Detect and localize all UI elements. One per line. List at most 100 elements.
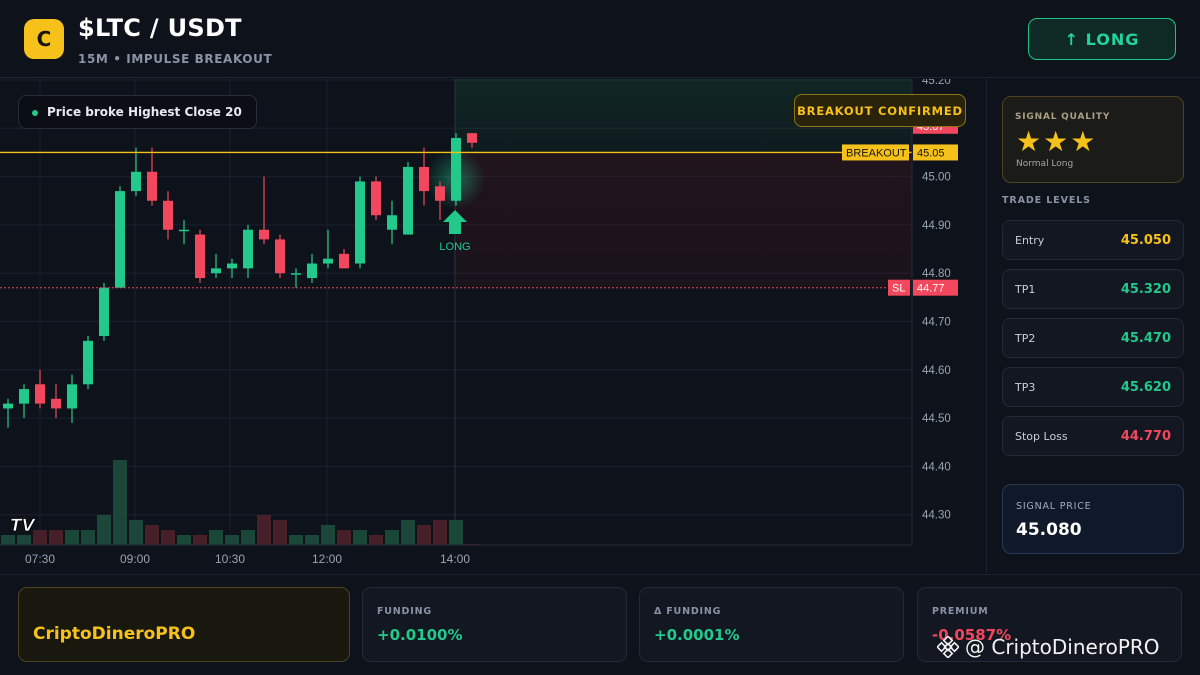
candle-body [51, 398, 61, 409]
tradingview-logo-icon: TV [10, 516, 37, 537]
price-tick-label: 45.00 [922, 172, 951, 184]
candle-body [291, 273, 301, 275]
funding-card: FUNDING +0.0100% [362, 587, 627, 662]
trade-levels-title: TRADE LEVELS [1002, 195, 1091, 206]
signal-quality-label: SIGNAL QUALITY [1015, 112, 1111, 122]
stat-label: PREMIUM [932, 606, 989, 617]
level-value: 45.320 [1120, 282, 1171, 297]
candle-body [259, 229, 269, 240]
breakout-price-tag: 45.05 [917, 147, 945, 159]
level-row-entry[interactable]: Entry 45.050 [1002, 220, 1184, 260]
page-title: $LTC / USDT [78, 14, 242, 42]
watermark-text: @ CriptoDineroPRO [965, 635, 1160, 659]
candle-body [211, 268, 221, 274]
stat-label: FUNDING [377, 606, 432, 617]
brand-name: CriptoDineroPRO [33, 624, 196, 644]
long-marker-label: LONG [439, 241, 470, 253]
coin-logo-icon: C [24, 19, 64, 59]
volume-bar [225, 535, 239, 545]
level-value: 44.770 [1120, 429, 1171, 444]
volume-bar [337, 530, 351, 545]
level-name: TP1 [1015, 283, 1036, 296]
volume-bar [1, 535, 15, 545]
level-name: Entry [1015, 234, 1045, 247]
candle-body [131, 171, 141, 192]
level-value: 45.470 [1120, 331, 1171, 346]
volume-bar [113, 460, 127, 545]
candlestick-chart[interactable]: 45.2045.1045.0044.9044.8044.7044.6044.50… [0, 79, 985, 573]
candle-body [35, 384, 45, 404]
price-tick-label: 44.50 [922, 413, 951, 425]
time-tick-label: 07:30 [25, 552, 55, 566]
stat-value: +0.0100% [377, 626, 463, 644]
level-row-stop-loss[interactable]: Stop Loss 44.770 [1002, 416, 1184, 456]
signal-price-label: SIGNAL PRICE [1016, 501, 1092, 512]
long-button[interactable]: ↑ LONG [1028, 18, 1176, 60]
volume-bar [321, 525, 335, 545]
level-row-tp2[interactable]: TP2 45.470 [1002, 318, 1184, 358]
volume-bars [1, 460, 479, 545]
volume-bar [145, 525, 159, 545]
candle-body [227, 263, 237, 269]
volume-bar [273, 520, 287, 545]
info-pill: Price broke Highest Close 20 [18, 95, 257, 129]
candle-body [147, 171, 157, 201]
price-tick-label: 45.20 [922, 79, 951, 87]
volume-bar [65, 530, 79, 545]
time-tick-label: 12:00 [312, 552, 342, 566]
candle-body [163, 200, 173, 230]
info-pill-text: Price broke Highest Close 20 [47, 105, 242, 119]
candle-body [339, 253, 349, 269]
candle-body [467, 133, 477, 143]
level-value: 45.050 [1120, 233, 1171, 248]
candle-body [307, 263, 317, 279]
sl-price-tag: 44.77 [917, 283, 945, 295]
page-subtitle: 15M • IMPULSE BREAKOUT [78, 52, 273, 66]
candle-body [83, 340, 93, 385]
watermark: @ CriptoDineroPRO [937, 635, 1160, 659]
time-tick-label: 14:00 [440, 552, 470, 566]
volume-bar [433, 520, 447, 545]
volume-bar [385, 530, 399, 545]
level-name: Stop Loss [1015, 430, 1068, 443]
candle-body [323, 258, 333, 264]
volume-bar [369, 535, 383, 545]
volume-bar [417, 525, 431, 545]
level-name: TP3 [1015, 381, 1036, 394]
candle-body [371, 181, 381, 216]
level-name: TP2 [1015, 332, 1036, 345]
signal-price-value: 45.080 [1016, 520, 1082, 540]
candles [3, 133, 477, 428]
volume-bar [305, 535, 319, 545]
price-tick-label: 44.90 [922, 220, 951, 232]
brand-card: CriptoDineroPRO [18, 587, 350, 662]
candle-body [451, 137, 461, 201]
level-row-tp3[interactable]: TP3 45.620 [1002, 367, 1184, 407]
candle-body [387, 215, 397, 230]
volume-bar [17, 535, 31, 545]
status-dot-icon [32, 110, 38, 116]
volume-bar [289, 535, 303, 545]
header: C $LTC / USDT 15M • IMPULSE BREAKOUT ↑ L… [0, 0, 1200, 78]
candle-body [243, 229, 253, 269]
stat-label: Δ FUNDING [654, 606, 722, 617]
candle-body [19, 389, 29, 404]
sl-tag: SL [892, 283, 905, 295]
candle-body [435, 186, 445, 201]
volume-bar [33, 530, 47, 545]
price-chart[interactable]: 45.2045.1045.0044.9044.8044.7044.6044.50… [0, 79, 985, 573]
volume-bar [49, 530, 63, 545]
level-row-tp1[interactable]: TP1 45.320 [1002, 269, 1184, 309]
volume-bar [161, 530, 175, 545]
candle-body [67, 384, 77, 409]
signal-price-card: SIGNAL PRICE 45.080 [1002, 484, 1184, 554]
price-tick-label: 44.40 [922, 461, 951, 473]
trade-zones [425, 79, 912, 545]
candle-body [99, 287, 109, 336]
breakout-tag: BREAKOUT [846, 147, 907, 159]
level-value: 45.620 [1120, 380, 1171, 395]
rating-stars-icon: ★★★ [1016, 125, 1098, 158]
volume-bar [97, 515, 111, 545]
candle-body [275, 239, 285, 274]
time-tick-label: 09:00 [120, 552, 150, 566]
